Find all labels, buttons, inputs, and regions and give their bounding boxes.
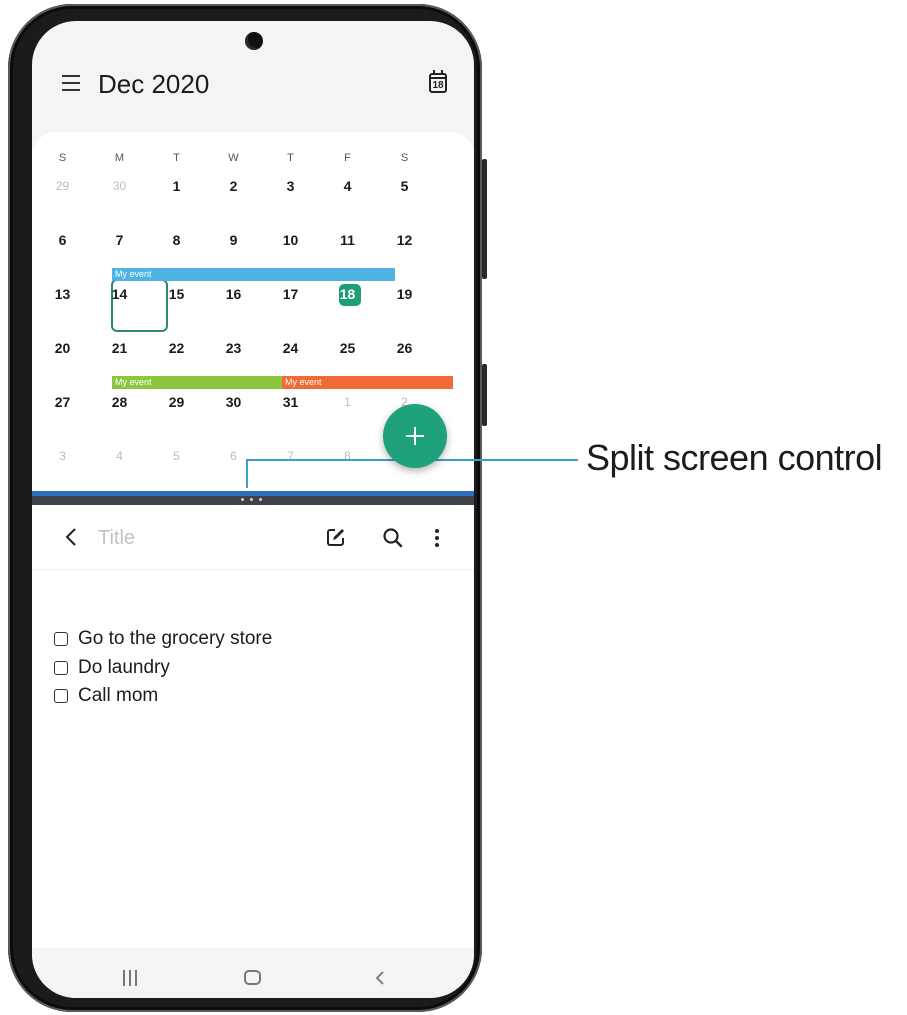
day-cell[interactable]: 5 bbox=[148, 449, 205, 463]
day-cell[interactable]: 26 bbox=[376, 340, 433, 356]
day-cell[interactable]: 3 bbox=[34, 449, 91, 463]
month-title[interactable]: Dec 2020 bbox=[98, 69, 209, 100]
weekday-label: S bbox=[400, 152, 409, 164]
calendar-today-icon[interactable]: 18 bbox=[429, 70, 447, 93]
day-cell[interactable]: 31 bbox=[262, 394, 319, 410]
day-cell[interactable]: 12 bbox=[376, 232, 433, 248]
checklist-item[interactable]: Go to the grocery store bbox=[54, 625, 272, 654]
checkbox[interactable] bbox=[54, 632, 68, 647]
weekday-label: F bbox=[344, 152, 351, 164]
chevron-left-icon[interactable] bbox=[62, 527, 82, 547]
day-cell[interactable]: 23 bbox=[205, 340, 262, 356]
day-cell[interactable]: 14 bbox=[91, 286, 148, 302]
search-icon[interactable] bbox=[382, 527, 404, 549]
split-screen-handle[interactable] bbox=[237, 497, 267, 503]
volume-button bbox=[482, 159, 487, 279]
day-cell[interactable]: 29 bbox=[148, 394, 205, 410]
callout-line-vertical bbox=[246, 459, 248, 488]
day-cell[interactable]: 13 bbox=[34, 286, 91, 302]
weekday-label: T bbox=[173, 152, 180, 164]
checkbox[interactable] bbox=[54, 660, 68, 675]
callout-label: Split screen control bbox=[586, 437, 883, 478]
day-cell[interactable]: 20 bbox=[34, 340, 91, 356]
day-cell[interactable]: 8 bbox=[148, 232, 205, 248]
day-cell[interactable]: 9 bbox=[205, 232, 262, 248]
home-icon[interactable] bbox=[244, 970, 261, 985]
notes-toolbar bbox=[32, 505, 474, 570]
checklist-item[interactable]: Call mom bbox=[54, 682, 272, 711]
weekday-label: W bbox=[228, 152, 239, 164]
weekday-label: M bbox=[114, 152, 125, 164]
day-cell[interactable]: 1 bbox=[319, 395, 376, 409]
day-cell[interactable]: 30 bbox=[91, 179, 148, 193]
day-cell[interactable]: 2 bbox=[205, 178, 262, 194]
event-bar[interactable]: My event bbox=[282, 376, 453, 389]
day-cell[interactable]: 6 bbox=[34, 232, 91, 248]
day-cell[interactable]: 28 bbox=[91, 394, 148, 410]
day-cell[interactable]: 21 bbox=[91, 340, 148, 356]
day-cell[interactable]: 17 bbox=[262, 286, 319, 302]
day-cell[interactable]: 25 bbox=[319, 340, 376, 356]
day-cell[interactable]: 19 bbox=[376, 286, 433, 302]
event-bar[interactable]: My event bbox=[112, 376, 282, 389]
day-cell[interactable]: 11 bbox=[319, 232, 376, 248]
day-cell[interactable]: 22 bbox=[148, 340, 205, 356]
checklist-item-label: Call mom bbox=[78, 685, 159, 707]
day-cell[interactable]: 1 bbox=[148, 178, 205, 194]
notes-pane: Go to the grocery store Do laundry Call … bbox=[32, 505, 474, 948]
day-cell[interactable]: 3 bbox=[262, 178, 319, 194]
pen-edit-icon[interactable] bbox=[326, 527, 346, 547]
note-title-input[interactable] bbox=[98, 523, 298, 553]
phone-screen: Dec 2020 18 SMTWTFS 29 30 1 2 3 4 5 6 7 8 9 10 11 12 1… bbox=[32, 21, 474, 998]
day-cell[interactable]: 10 bbox=[262, 232, 319, 248]
today-icon-number: 18 bbox=[432, 80, 444, 91]
day-cell[interactable]: 15 bbox=[148, 286, 205, 302]
day-cell[interactable]: 30 bbox=[205, 394, 262, 410]
checklist-item-label: Go to the grocery store bbox=[78, 628, 273, 650]
back-icon[interactable] bbox=[373, 970, 387, 986]
front-camera bbox=[245, 32, 263, 50]
power-button bbox=[482, 364, 487, 426]
recents-icon[interactable] bbox=[121, 970, 139, 986]
weekday-label: T bbox=[287, 152, 294, 164]
more-vertical-icon[interactable] bbox=[432, 527, 442, 549]
checklist: Go to the grocery store Do laundry Call … bbox=[54, 625, 272, 711]
event-bar[interactable]: My event bbox=[112, 268, 395, 281]
checklist-item-label: Do laundry bbox=[78, 656, 170, 678]
day-cell[interactable]: 24 bbox=[262, 340, 319, 356]
checklist-item[interactable]: Do laundry bbox=[54, 654, 272, 683]
day-cell[interactable]: 5 bbox=[376, 178, 433, 194]
day-cell[interactable]: 4 bbox=[319, 178, 376, 194]
day-cell[interactable]: 29 bbox=[34, 179, 91, 193]
day-cell-today[interactable]: 18 bbox=[319, 286, 376, 302]
day-cell[interactable]: 7 bbox=[91, 232, 148, 248]
checkbox[interactable] bbox=[54, 689, 68, 704]
add-event-button[interactable] bbox=[383, 404, 447, 468]
weekday-label: S bbox=[58, 152, 67, 164]
hamburger-menu-icon[interactable] bbox=[62, 75, 80, 91]
day-cell[interactable]: 27 bbox=[34, 394, 91, 410]
navigation-bar bbox=[32, 948, 474, 998]
day-cell[interactable]: 16 bbox=[205, 286, 262, 302]
day-cell[interactable]: 4 bbox=[91, 449, 148, 463]
phone-frame: Dec 2020 18 SMTWTFS 29 30 1 2 3 4 5 6 7 8 9 10 11 12 1… bbox=[8, 4, 487, 1012]
